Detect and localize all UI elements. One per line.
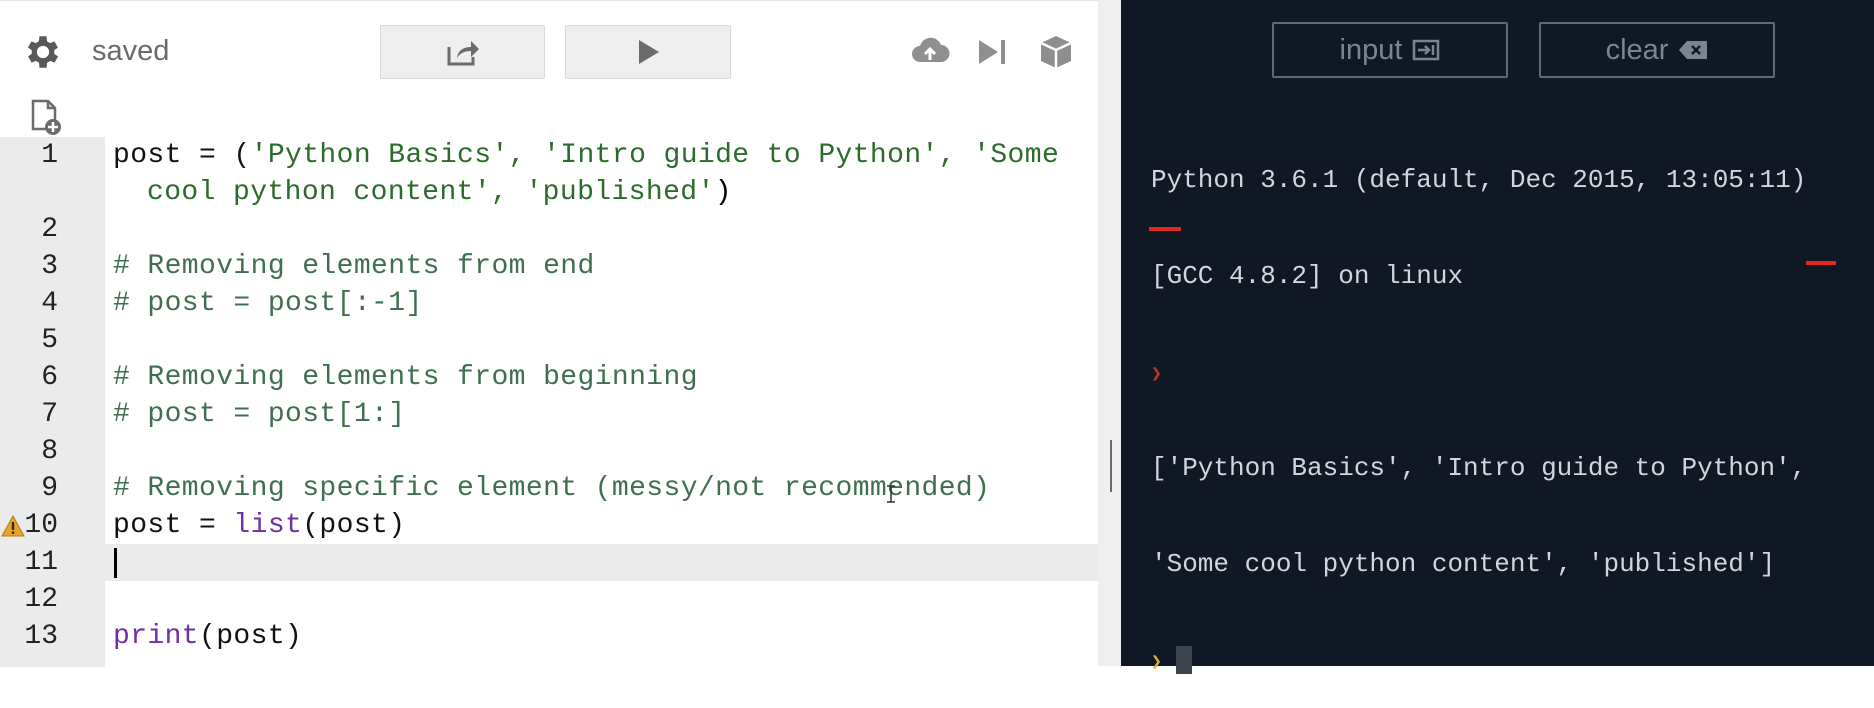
backspace-icon	[1679, 41, 1708, 59]
console-output: Python 3.6.1 (default, Dec 2015, 13:05:1…	[1151, 100, 1871, 708]
line-number: 5	[41, 325, 58, 356]
code-editor[interactable]: 1 post = ('Python Basics', 'Intro guide …	[0, 137, 1098, 655]
line-number: 11	[24, 547, 58, 578]
console-output-line: 'Some cool python content', 'published']	[1151, 549, 1776, 579]
input-button[interactable]: input	[1272, 22, 1508, 78]
console-output-line: ['Python Basics', 'Intro guide to Python…	[1151, 453, 1807, 483]
gear-icon[interactable]	[22, 31, 64, 73]
run-button[interactable]	[565, 25, 731, 79]
comment-token: # Removing elements from end	[113, 251, 595, 282]
active-code-line[interactable]: 11	[0, 544, 1098, 581]
line-number: 3	[41, 251, 58, 282]
comment-token: # post = post[:-1]	[113, 288, 423, 319]
console-cursor[interactable]	[1175, 646, 1192, 675]
code-line[interactable]: 10 post = list(post)	[0, 507, 1098, 544]
code-line[interactable]: 8	[0, 433, 1098, 470]
share-icon	[447, 41, 479, 66]
string-token: 'Python Basics', 'Intro guide to Python'…	[250, 140, 1060, 171]
pane-splitter[interactable]	[1098, 0, 1121, 666]
code-line[interactable]: 12	[0, 581, 1098, 618]
code-line[interactable]: 2	[0, 211, 1098, 248]
code-token: post =	[113, 510, 234, 541]
highlight-underline	[1149, 227, 1181, 231]
builtin-token: list	[233, 510, 303, 541]
line-number: 13	[24, 621, 58, 652]
input-icon	[1413, 39, 1440, 61]
code-line[interactable]: 13 print(post)	[0, 618, 1098, 655]
comment-token: # post = post[1:]	[113, 399, 406, 430]
line-number: 6	[41, 362, 58, 393]
share-button[interactable]	[380, 25, 545, 79]
new-file-icon[interactable]	[30, 99, 64, 137]
code-line[interactable]: 5	[0, 322, 1098, 359]
cloud-upload-icon[interactable]	[910, 34, 950, 70]
builtin-token: print	[113, 621, 200, 652]
line-number: 10	[24, 510, 58, 541]
highlight-underline	[1806, 261, 1836, 265]
input-button-label: input	[1339, 33, 1403, 66]
clear-button[interactable]: clear	[1539, 22, 1775, 78]
package-icon[interactable]	[1036, 34, 1076, 70]
line-number: 9	[41, 473, 58, 504]
code-line[interactable]: 1 post = ('Python Basics', 'Intro guide …	[0, 137, 1098, 211]
line-number: 12	[24, 584, 58, 615]
line-number: 2	[41, 214, 58, 245]
active-prompt-icon: ❯	[1151, 653, 1162, 673]
console-banner-line: Python 3.6.1 (default, Dec 2015, 13:05:1…	[1151, 165, 1807, 195]
ibeam-cursor-icon	[887, 485, 895, 503]
clear-button-label: clear	[1605, 33, 1669, 66]
code-token: (post)	[199, 621, 303, 652]
code-line[interactable]: 6 # Removing elements from beginning	[0, 359, 1098, 396]
code-token: post = (	[113, 140, 251, 171]
string-token: cool python content', 'published'	[147, 177, 715, 208]
text-cursor	[114, 548, 117, 578]
line-number: 4	[41, 288, 58, 319]
play-icon	[639, 40, 659, 64]
splitter-grip[interactable]	[1110, 440, 1112, 492]
step-end-icon[interactable]	[974, 34, 1014, 70]
code-token: )	[714, 177, 732, 208]
line-number: 7	[41, 399, 58, 430]
console-banner-line: [GCC 4.8.2] on linux	[1151, 261, 1464, 291]
comment-token: # Removing elements from beginning	[113, 362, 698, 393]
line-number: 8	[41, 436, 58, 467]
save-status: saved	[92, 35, 170, 67]
comment-token: # Removing specific element (messy/not r…	[113, 473, 991, 504]
code-token: (post)	[302, 510, 406, 541]
editor-pane: saved 1 post = ('Python Basics', 'Intro …	[0, 0, 1098, 667]
line-number: 1	[41, 140, 58, 171]
prompt-icon: ❯	[1151, 365, 1162, 385]
code-line[interactable]: 4 # post = post[:-1]	[0, 285, 1098, 322]
code-line[interactable]: 3 # Removing elements from end	[0, 248, 1098, 285]
code-line[interactable]: 7 # post = post[1:]	[0, 396, 1098, 433]
code-line[interactable]: 9 # Removing specific element (messy/not…	[0, 470, 1098, 507]
